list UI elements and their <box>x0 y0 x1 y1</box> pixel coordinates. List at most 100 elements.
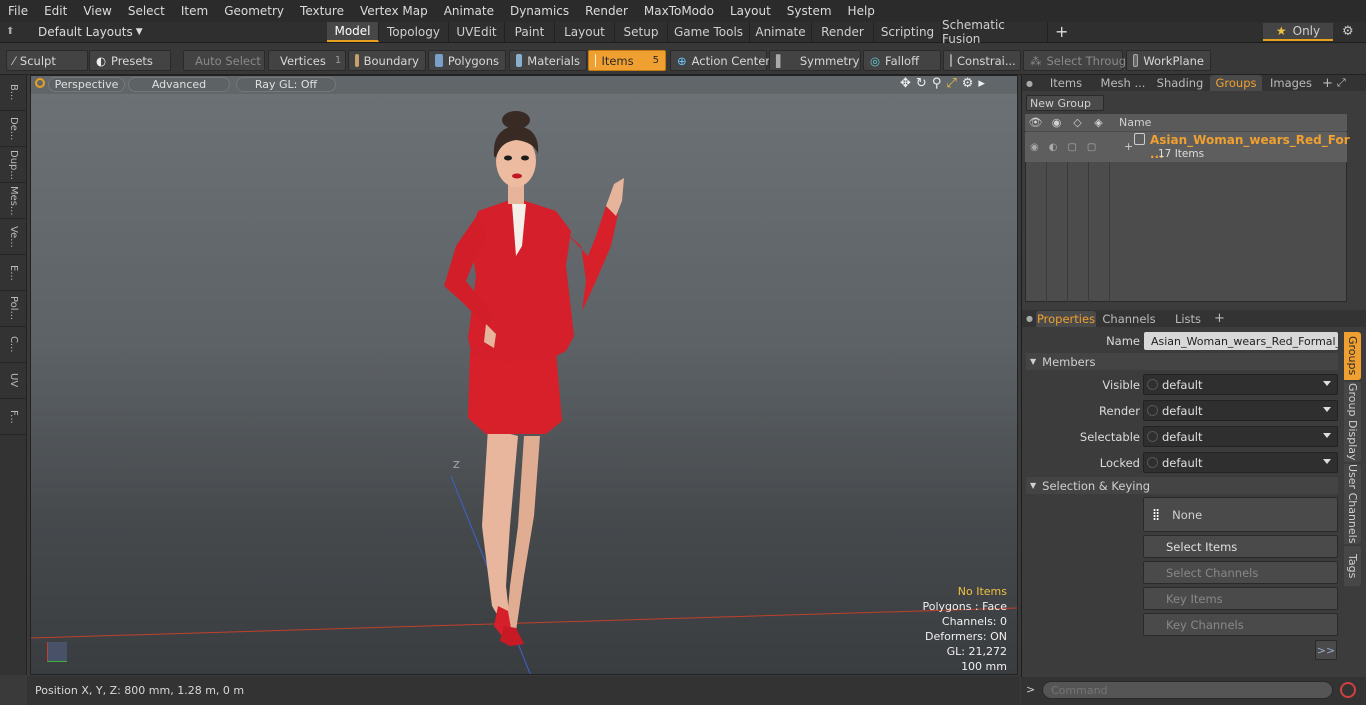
menu-system[interactable]: System <box>779 4 840 18</box>
strip-tab-basic[interactable]: B... <box>0 75 27 111</box>
strip-tab-uv[interactable]: UV <box>0 363 27 399</box>
expand-icon[interactable]: ⤢ <box>1337 76 1346 90</box>
strip-tab-duplicate[interactable]: Dup... <box>0 147 27 183</box>
tab-shading[interactable]: Shading <box>1150 75 1210 91</box>
menu-item[interactable]: Item <box>173 4 216 18</box>
selectable-dropdown[interactable]: default <box>1143 426 1338 447</box>
tab-lists[interactable]: Lists <box>1162 311 1214 327</box>
tab-mesh[interactable]: Mesh ... <box>1096 75 1150 91</box>
strip-tab-edge[interactable]: E... <box>0 255 27 291</box>
action-center-button[interactable]: ⊕ Action Center <box>670 50 770 71</box>
visible-dropdown[interactable]: default <box>1143 374 1338 395</box>
tab-items[interactable]: Items <box>1036 75 1096 91</box>
workplane-button[interactable]: WorkPlane <box>1126 50 1211 71</box>
menu-animate[interactable]: Animate <box>436 4 502 18</box>
select-items-button[interactable]: Select Items <box>1143 535 1338 558</box>
materials-icon <box>516 54 523 67</box>
layout-toggle-icon[interactable]: ⬆ <box>6 26 20 38</box>
group-row-toggles[interactable]: ◉◐▢▢ <box>1030 142 1106 153</box>
boundary-button[interactable]: Boundary <box>348 50 426 71</box>
menu-render[interactable]: Render <box>577 4 636 18</box>
menu-geometry[interactable]: Geometry <box>216 4 292 18</box>
strip-tab-mesh[interactable]: Mes... <box>0 183 27 219</box>
tab-schematic-fusion[interactable]: Schematic Fusion <box>942 18 1048 46</box>
tab-paint[interactable]: Paint <box>505 22 555 42</box>
menu-view[interactable]: View <box>75 4 119 18</box>
menu-texture[interactable]: Texture <box>292 4 352 18</box>
none-preset-button[interactable]: ⁞⁞ None <box>1143 497 1338 532</box>
add-panel-tab-icon[interactable]: + <box>1214 311 1225 326</box>
strip-tab-deform[interactable]: De... <box>0 111 27 147</box>
polygons-button[interactable]: Polygons <box>428 50 506 71</box>
render-dropdown[interactable]: default <box>1143 400 1338 421</box>
strip-tab-curve[interactable]: C... <box>0 327 27 363</box>
select-through-button[interactable]: ⁂ Select Through <box>1023 50 1133 71</box>
menu-dynamics[interactable]: Dynamics <box>502 4 577 18</box>
select-toggle-icon[interactable]: ▢ <box>1067 142 1086 153</box>
tab-properties[interactable]: Properties <box>1036 310 1096 327</box>
panel-menu-icon[interactable]: ● <box>1026 79 1036 88</box>
auto-select-button[interactable]: Auto Select <box>183 50 265 71</box>
locked-dropdown[interactable]: default <box>1143 452 1338 473</box>
side-tab-user-channels[interactable]: User Channels <box>1344 464 1361 544</box>
menu-help[interactable]: Help <box>840 4 883 18</box>
new-group-button[interactable]: New Group <box>1026 95 1104 111</box>
character-model[interactable] <box>406 106 636 646</box>
selection-keying-section[interactable]: ▼ Selection & Keying <box>1026 477 1338 494</box>
command-input[interactable] <box>1042 681 1333 699</box>
add-tab-icon[interactable]: + <box>1055 22 1068 41</box>
add-panel-tab-icon[interactable]: + <box>1322 76 1333 91</box>
strip-tab-vertex[interactable]: Ve... <box>0 219 27 255</box>
tab-channels[interactable]: Channels <box>1096 311 1162 327</box>
gear-icon[interactable]: ⚙ <box>1342 24 1354 39</box>
chevron-down-icon: ▼ <box>135 27 143 37</box>
members-section[interactable]: ▼ Members <box>1026 353 1338 370</box>
vertices-button[interactable]: Vertices 1 <box>268 50 346 71</box>
tab-model[interactable]: Model <box>327 22 379 42</box>
tab-game-tools[interactable]: Game Tools <box>668 22 750 42</box>
more-button[interactable]: >> <box>1315 640 1337 660</box>
tab-uvedit[interactable]: UVEdit <box>449 22 505 42</box>
tab-groups[interactable]: Groups <box>1210 75 1262 91</box>
group-name-field[interactable]: Asian_Woman_wears_Red_Formal_Su <box>1144 332 1338 350</box>
strip-tab-fusion[interactable]: F... <box>0 399 27 435</box>
menu-select[interactable]: Select <box>120 4 173 18</box>
lock-toggle-icon[interactable]: ▢ <box>1087 142 1106 153</box>
symmetry-button[interactable]: ▌ Symmetry <box>769 50 861 71</box>
menu-file[interactable]: File <box>0 4 36 18</box>
menu-vertex-map[interactable]: Vertex Map <box>352 4 436 18</box>
key-items-button[interactable]: Key Items <box>1143 587 1338 610</box>
items-button[interactable]: Items 5 <box>588 50 666 71</box>
menu-edit[interactable]: Edit <box>36 4 75 18</box>
tab-animate[interactable]: Animate <box>750 22 812 42</box>
visibility-eye-icon[interactable]: ◉ <box>1030 142 1049 153</box>
select-channels-button[interactable]: Select Channels <box>1143 561 1338 584</box>
tab-topology[interactable]: Topology <box>379 22 449 42</box>
only-toggle[interactable]: ★ Only <box>1263 23 1333 41</box>
groups-list-header: 👁 ◉ ◇ ◈ Name <box>1025 114 1347 131</box>
tab-layout[interactable]: Layout <box>555 22 615 42</box>
key-channels-button[interactable]: Key Channels <box>1143 613 1338 636</box>
render-toggle-icon[interactable]: ◐ <box>1049 142 1068 153</box>
default-layouts-dropdown[interactable]: Default Layouts ▼ <box>38 24 143 40</box>
menu-layout[interactable]: Layout <box>722 4 779 18</box>
expand-group-icon[interactable]: + <box>1124 140 1133 153</box>
3d-viewport[interactable]: Perspective Advanced Ray GL: Off ✥↻⚲⤢⚙▸ … <box>30 75 1018 675</box>
constraints-button[interactable]: Constrai... <box>943 50 1021 71</box>
side-tab-tags[interactable]: Tags <box>1344 546 1361 586</box>
side-tab-groups[interactable]: Groups <box>1344 332 1361 380</box>
tab-setup[interactable]: Setup <box>615 22 668 42</box>
menu-maxtomodo[interactable]: MaxToModo <box>636 4 722 18</box>
sculpt-button[interactable]: ⁄ Sculpt <box>6 50 88 71</box>
side-tab-group-display[interactable]: Group Display <box>1344 382 1361 462</box>
strip-tab-polygon[interactable]: Pol... <box>0 291 27 327</box>
tab-images[interactable]: Images <box>1262 75 1320 91</box>
tab-scripting[interactable]: Scripting <box>874 22 942 42</box>
selection-keying-header: Selection & Keying <box>1042 478 1151 493</box>
record-icon[interactable] <box>1340 682 1356 698</box>
panel-menu-icon[interactable]: ● <box>1026 314 1036 323</box>
presets-button[interactable]: ◐ Presets <box>89 50 171 71</box>
falloff-button[interactable]: ◎ Falloff <box>863 50 941 71</box>
materials-button[interactable]: Materials <box>509 50 587 71</box>
tab-render[interactable]: Render <box>812 22 874 42</box>
